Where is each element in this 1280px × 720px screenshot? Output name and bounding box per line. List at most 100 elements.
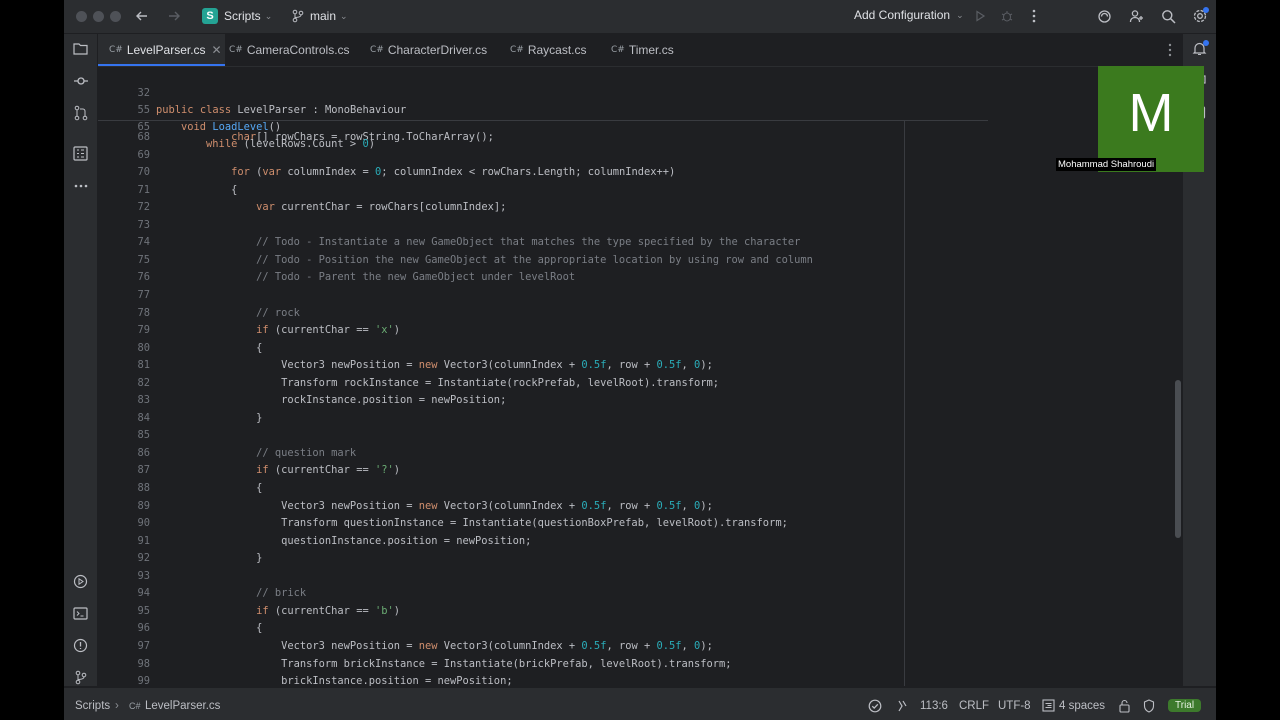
code-text: if (currentChar == '?') [256, 464, 401, 477]
commit-icon[interactable] [72, 72, 89, 89]
settings-update-badge [1203, 7, 1209, 13]
tab-characterdriver[interactable]: C# CharacterDriver.cs [359, 34, 487, 66]
line-number: 73 [137, 218, 150, 231]
inspection-ok-icon[interactable] [868, 699, 882, 716]
tab-levelparser[interactable]: C# LevelParser.cs ✕ [98, 34, 225, 66]
search-icon[interactable] [1160, 8, 1176, 24]
file-encoding[interactable]: UTF-8 [998, 700, 1031, 712]
code-editor[interactable]: 67 string rowString = levelRows.Pop(); 6… [98, 67, 1182, 687]
line-number: 82 [137, 376, 150, 389]
project-name: Scripts [224, 9, 261, 23]
left-tool-strip [64, 34, 98, 686]
code-text: { [156, 622, 263, 635]
breadcrumb-separator-icon: › [115, 700, 119, 712]
participant-name: Mohammad Shahroudi [1056, 158, 1157, 171]
code-text: if (currentChar == 'b') [256, 604, 401, 617]
tab-raycast[interactable]: C# Raycast.cs [499, 34, 587, 66]
code-text: Vector3 newPosition = new Vector3(column… [156, 499, 713, 512]
line-number: 89 [137, 499, 150, 512]
line-number: 75 [137, 253, 150, 266]
line-number: 78 [137, 306, 150, 319]
line-number: 94 [137, 587, 150, 600]
line-ending[interactable]: CRLF [959, 700, 989, 712]
ide-window: S Scripts ⌄ main ⌄ Add Configuration ⌄ C… [64, 0, 1216, 720]
shield-icon[interactable] [1143, 699, 1155, 716]
terminal-icon[interactable] [72, 605, 89, 622]
kebab-icon[interactable] [1026, 8, 1042, 24]
code-text: if (currentChar == 'x') [256, 324, 401, 337]
chevron-down-icon: ⌄ [340, 10, 348, 21]
line-number: 81 [137, 359, 150, 372]
debug-icon[interactable] [999, 8, 1015, 24]
branch-icon [292, 9, 304, 23]
tab-label: CharacterDriver.cs [387, 43, 488, 57]
forward-arrow-icon[interactable] [166, 8, 182, 24]
line-number: 87 [137, 464, 150, 477]
branch-widget[interactable]: main ⌄ [292, 7, 348, 25]
code-text: Transform rockInstance = Instantiate(roc… [156, 376, 720, 389]
problems-icon[interactable] [72, 637, 89, 654]
line-number: 93 [137, 569, 150, 582]
sticky-line[interactable]: 55 void LoadLevel() [98, 85, 281, 133]
play-icon[interactable] [972, 8, 988, 24]
folder-icon[interactable] [72, 40, 89, 57]
run-configuration-dropdown[interactable]: Add Configuration ⌄ [854, 8, 964, 22]
csharp-file-icon: C# [510, 45, 524, 55]
breadcrumb-root[interactable]: Scripts [75, 700, 110, 712]
tab-label: LevelParser.cs [126, 43, 206, 57]
line-number: 91 [137, 534, 150, 547]
code-text: Transform questionInstance = Instantiate… [156, 517, 788, 530]
tab-cameracontrols[interactable]: C# CameraControls.cs [218, 34, 350, 66]
editor-scrollbar[interactable] [1175, 380, 1181, 538]
csharp-file-icon: C# [129, 701, 141, 711]
ai-completion-icon[interactable] [896, 699, 908, 716]
back-arrow-icon[interactable] [134, 8, 150, 24]
git-icon[interactable] [72, 669, 89, 686]
ai-icon[interactable] [1096, 8, 1112, 24]
code-text: // question mark [256, 446, 357, 459]
code-text: // brick [256, 587, 307, 600]
sticky-line[interactable]: 65 while (levelRows.Count > 0) [98, 102, 375, 150]
run-icon[interactable] [72, 573, 89, 590]
pull-request-icon[interactable] [72, 104, 89, 121]
avatar-initial: M [1128, 83, 1174, 143]
editor-tabs: C# LevelParser.cs ✕ C# CameraControls.cs… [98, 34, 1182, 67]
code-text: rockInstance.position = newPosition; [156, 394, 507, 407]
status-bar: Scripts › C# LevelParser.cs 113:6 CRLF U… [64, 687, 1216, 720]
indent-setting[interactable]: 4 spaces [1059, 700, 1105, 712]
line-number: 97 [137, 639, 150, 652]
project-widget[interactable]: S Scripts ⌄ [202, 7, 272, 25]
more-icon[interactable] [72, 177, 89, 194]
lock-icon[interactable] [1118, 699, 1131, 716]
line-number: 65 [137, 121, 150, 133]
code-text: void LoadLevel() [181, 121, 282, 133]
line-number: 86 [137, 446, 150, 459]
add-user-icon[interactable] [1128, 8, 1144, 24]
window-zoom-button[interactable] [110, 11, 121, 22]
tab-options-icon[interactable] [1168, 43, 1172, 62]
code-text: public class LevelParser : MonoBehaviour [156, 104, 407, 116]
sticky-line[interactable]: 32 public class LevelParser : MonoBehavi… [98, 68, 406, 116]
tab-label: Timer.cs [628, 43, 674, 57]
code-text: Transform brickInstance = Instantiate(br… [156, 657, 732, 670]
code-text: // Todo - Position the new GameObject at… [256, 253, 813, 266]
code-text: Vector3 newPosition = new Vector3(column… [156, 359, 713, 372]
csharp-file-icon: C# [370, 45, 384, 55]
line-number: 96 [137, 622, 150, 635]
tab-timer[interactable]: C# Timer.cs [600, 34, 674, 66]
structure-icon[interactable] [72, 145, 89, 162]
line-number: 85 [137, 429, 150, 442]
sticky-scope-header[interactable]: 32 public class LevelParser : MonoBehavi… [98, 67, 988, 150]
trial-badge[interactable]: Trial [1168, 699, 1202, 712]
right-margin-guide [904, 120, 905, 686]
caret-position[interactable]: 113:6 [920, 700, 948, 712]
window-minimize-button[interactable] [93, 11, 104, 22]
run-configuration-label: Add Configuration [854, 8, 951, 22]
chevron-down-icon: ⌄ [264, 10, 273, 21]
code-text: } [156, 552, 263, 565]
code-text: Vector3 newPosition = new Vector3(column… [156, 639, 713, 652]
window-close-button[interactable] [76, 11, 87, 22]
breadcrumb-file[interactable]: LevelParser.cs [145, 700, 220, 712]
line-number: 76 [137, 271, 150, 284]
line-number: 98 [137, 657, 150, 670]
